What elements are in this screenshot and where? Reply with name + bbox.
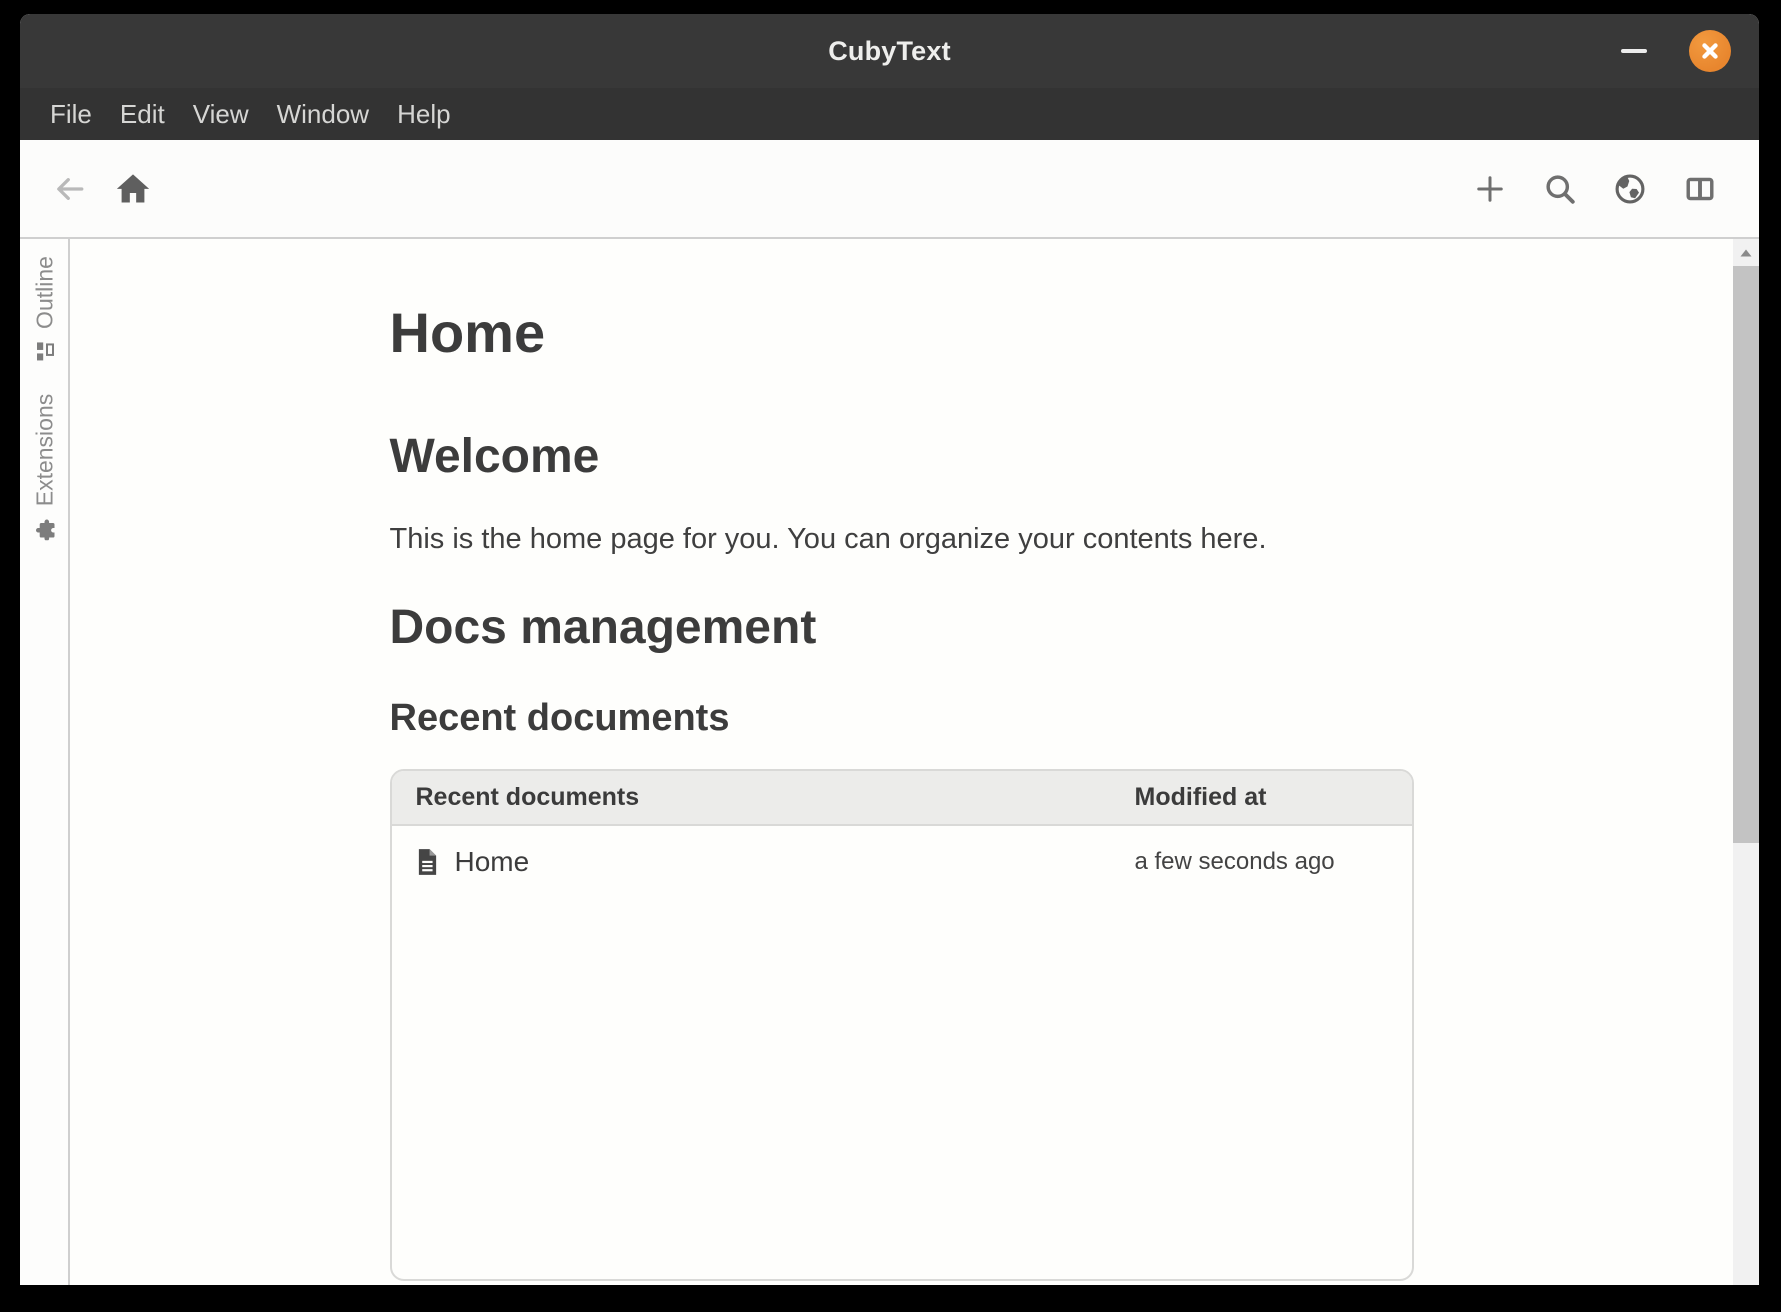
- globe-icon: [1615, 174, 1645, 203]
- sidebar-tab-extensions[interactable]: Extensions: [32, 394, 59, 541]
- document-icon: [416, 848, 439, 876]
- menu-help[interactable]: Help: [383, 88, 464, 140]
- welcome-paragraph[interactable]: This is the home page for you. You can o…: [390, 521, 1414, 559]
- recent-documents-card: Recent documents Modified at Home a few …: [389, 769, 1414, 1282]
- puzzle-icon: [34, 518, 56, 541]
- sidebar-tab-label: Outline: [31, 256, 58, 329]
- app-body: Outline Extensions Home Welcome This is …: [20, 239, 1759, 1285]
- menu-view[interactable]: View: [179, 88, 263, 140]
- row-doc-name[interactable]: Home: [455, 846, 530, 878]
- doc-title[interactable]: Home: [390, 301, 1414, 365]
- toolbar-left-group: [50, 170, 152, 208]
- plus-icon: [1477, 175, 1503, 202]
- menu-window[interactable]: Window: [263, 88, 383, 140]
- scroll-up-icon: [1740, 249, 1752, 256]
- window-title: CubyText: [828, 35, 951, 66]
- scrollbar-thumb[interactable]: [1733, 266, 1759, 843]
- toolbar-right-group: [1471, 170, 1719, 208]
- toolbar: [20, 140, 1759, 237]
- recent-documents-heading[interactable]: Recent documents: [390, 697, 1414, 741]
- menu-bar: File Edit View Window Help: [20, 88, 1759, 140]
- document-column: Home Welcome This is the home page for y…: [389, 301, 1414, 1282]
- graph-button[interactable]: [1611, 170, 1649, 208]
- row-modified-at: a few seconds ago: [1134, 848, 1335, 876]
- search-button[interactable]: [1541, 170, 1579, 208]
- menu-edit[interactable]: Edit: [106, 88, 179, 140]
- scrollbar-up-button[interactable]: [1733, 239, 1759, 266]
- back-arrow-icon: [57, 177, 84, 200]
- vertical-scrollbar[interactable]: [1733, 239, 1759, 1285]
- outline-tree-icon: [35, 341, 56, 362]
- sidebar-tab-outline[interactable]: Outline: [32, 256, 59, 362]
- title-bar[interactable]: CubyText: [20, 14, 1759, 88]
- home-button[interactable]: [114, 170, 152, 208]
- close-button[interactable]: [1689, 30, 1731, 72]
- minimize-button[interactable]: [1621, 49, 1647, 53]
- close-icon: [1702, 43, 1718, 59]
- search-icon: [1546, 174, 1575, 204]
- app-window: CubyText File Edit View Window Help Outl…: [20, 14, 1759, 1285]
- menu-file[interactable]: File: [36, 88, 106, 140]
- column-header-modified: Modified at: [1134, 783, 1267, 812]
- table-row[interactable]: Home a few seconds ago: [392, 826, 1412, 878]
- window-controls: [1621, 14, 1731, 88]
- split-view-icon: [1686, 177, 1714, 200]
- side-rail: Outline Extensions: [20, 239, 70, 1285]
- sidebar-tab-label: Extensions: [31, 393, 58, 507]
- column-header-recent: Recent documents: [415, 783, 640, 812]
- editor-canvas[interactable]: Home Welcome This is the home page for y…: [70, 239, 1733, 1285]
- docs-management-heading[interactable]: Docs management: [390, 600, 1414, 655]
- welcome-heading[interactable]: Welcome: [390, 429, 1414, 484]
- back-button[interactable]: [50, 170, 88, 208]
- home-icon: [116, 173, 150, 202]
- new-document-button[interactable]: [1471, 170, 1509, 208]
- split-view-button[interactable]: [1681, 170, 1719, 208]
- recent-documents-header-row: Recent documents Modified at: [391, 771, 1412, 827]
